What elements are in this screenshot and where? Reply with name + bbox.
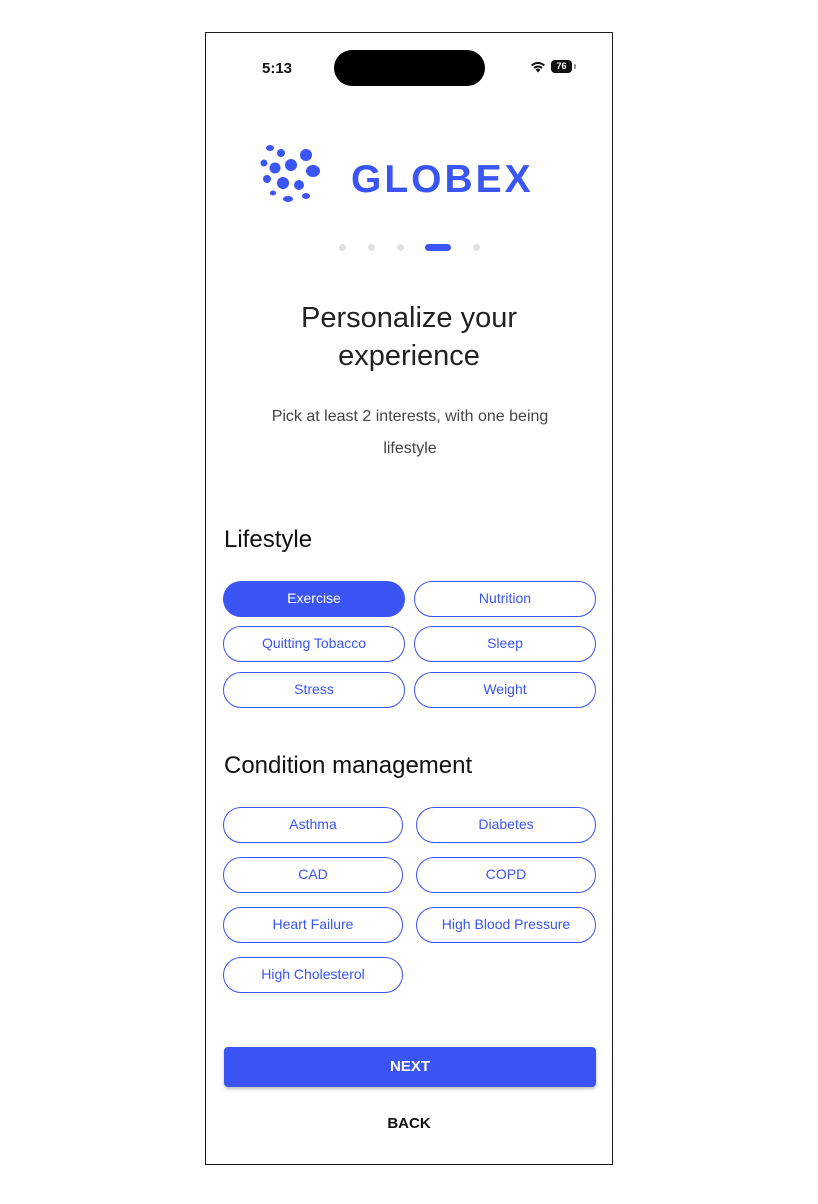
lifestyle-section-title: Lifestyle [224, 526, 313, 553]
phone-screen: 5:13 76 GLOBEX Personalize your experien… [205, 32, 613, 1165]
progress-dot [368, 244, 375, 251]
chip-copd[interactable]: COPD [416, 857, 596, 893]
progress-dot-active [425, 244, 451, 251]
status-bar: 5:13 76 [206, 33, 612, 103]
battery-icon: 76 [551, 60, 572, 73]
globex-dots-logo-icon [260, 145, 320, 202]
status-time: 5:13 [262, 60, 293, 77]
chip-high-blood-pressure[interactable]: High Blood Pressure [416, 907, 596, 943]
chip-diabetes[interactable]: Diabetes [416, 807, 596, 843]
chip-asthma[interactable]: Asthma [223, 807, 403, 843]
chip-high-cholesterol[interactable]: High Cholesterol [223, 957, 403, 993]
conditions-section-title: Condition management [224, 752, 473, 779]
progress-dot [339, 244, 346, 251]
brand-logo: GLOBEX [258, 141, 558, 211]
chip-sleep[interactable]: Sleep [414, 626, 596, 662]
next-button[interactable]: NEXT [224, 1047, 596, 1087]
chip-nutrition[interactable]: Nutrition [414, 581, 596, 617]
dynamic-island [334, 50, 485, 86]
page-title-line1: Personalize your [301, 302, 517, 334]
onboarding-progress-dots [206, 241, 612, 253]
back-button[interactable]: BACK [206, 1115, 612, 1132]
progress-dot [397, 244, 404, 251]
chip-quitting-tobacco[interactable]: Quitting Tobacco [223, 626, 405, 662]
page-title-line2: experience [338, 340, 480, 372]
wifi-icon [531, 62, 545, 73]
progress-dot [473, 244, 480, 251]
page-subtitle-line2: lifestyle [383, 440, 437, 457]
page-subtitle-line1: Pick at least 2 interests, with one bein… [271, 408, 549, 425]
chip-exercise[interactable]: Exercise [223, 581, 405, 617]
page-title: Personalize your experience [206, 299, 612, 375]
brand-name: GLOBEX [351, 158, 534, 201]
chip-weight[interactable]: Weight [414, 672, 596, 708]
page-subtitle: Pick at least 2 interests, with one bein… [236, 401, 584, 465]
chip-cad[interactable]: CAD [223, 857, 403, 893]
chip-stress[interactable]: Stress [223, 672, 405, 708]
battery-cap [574, 64, 576, 69]
chip-heart-failure[interactable]: Heart Failure [223, 907, 403, 943]
